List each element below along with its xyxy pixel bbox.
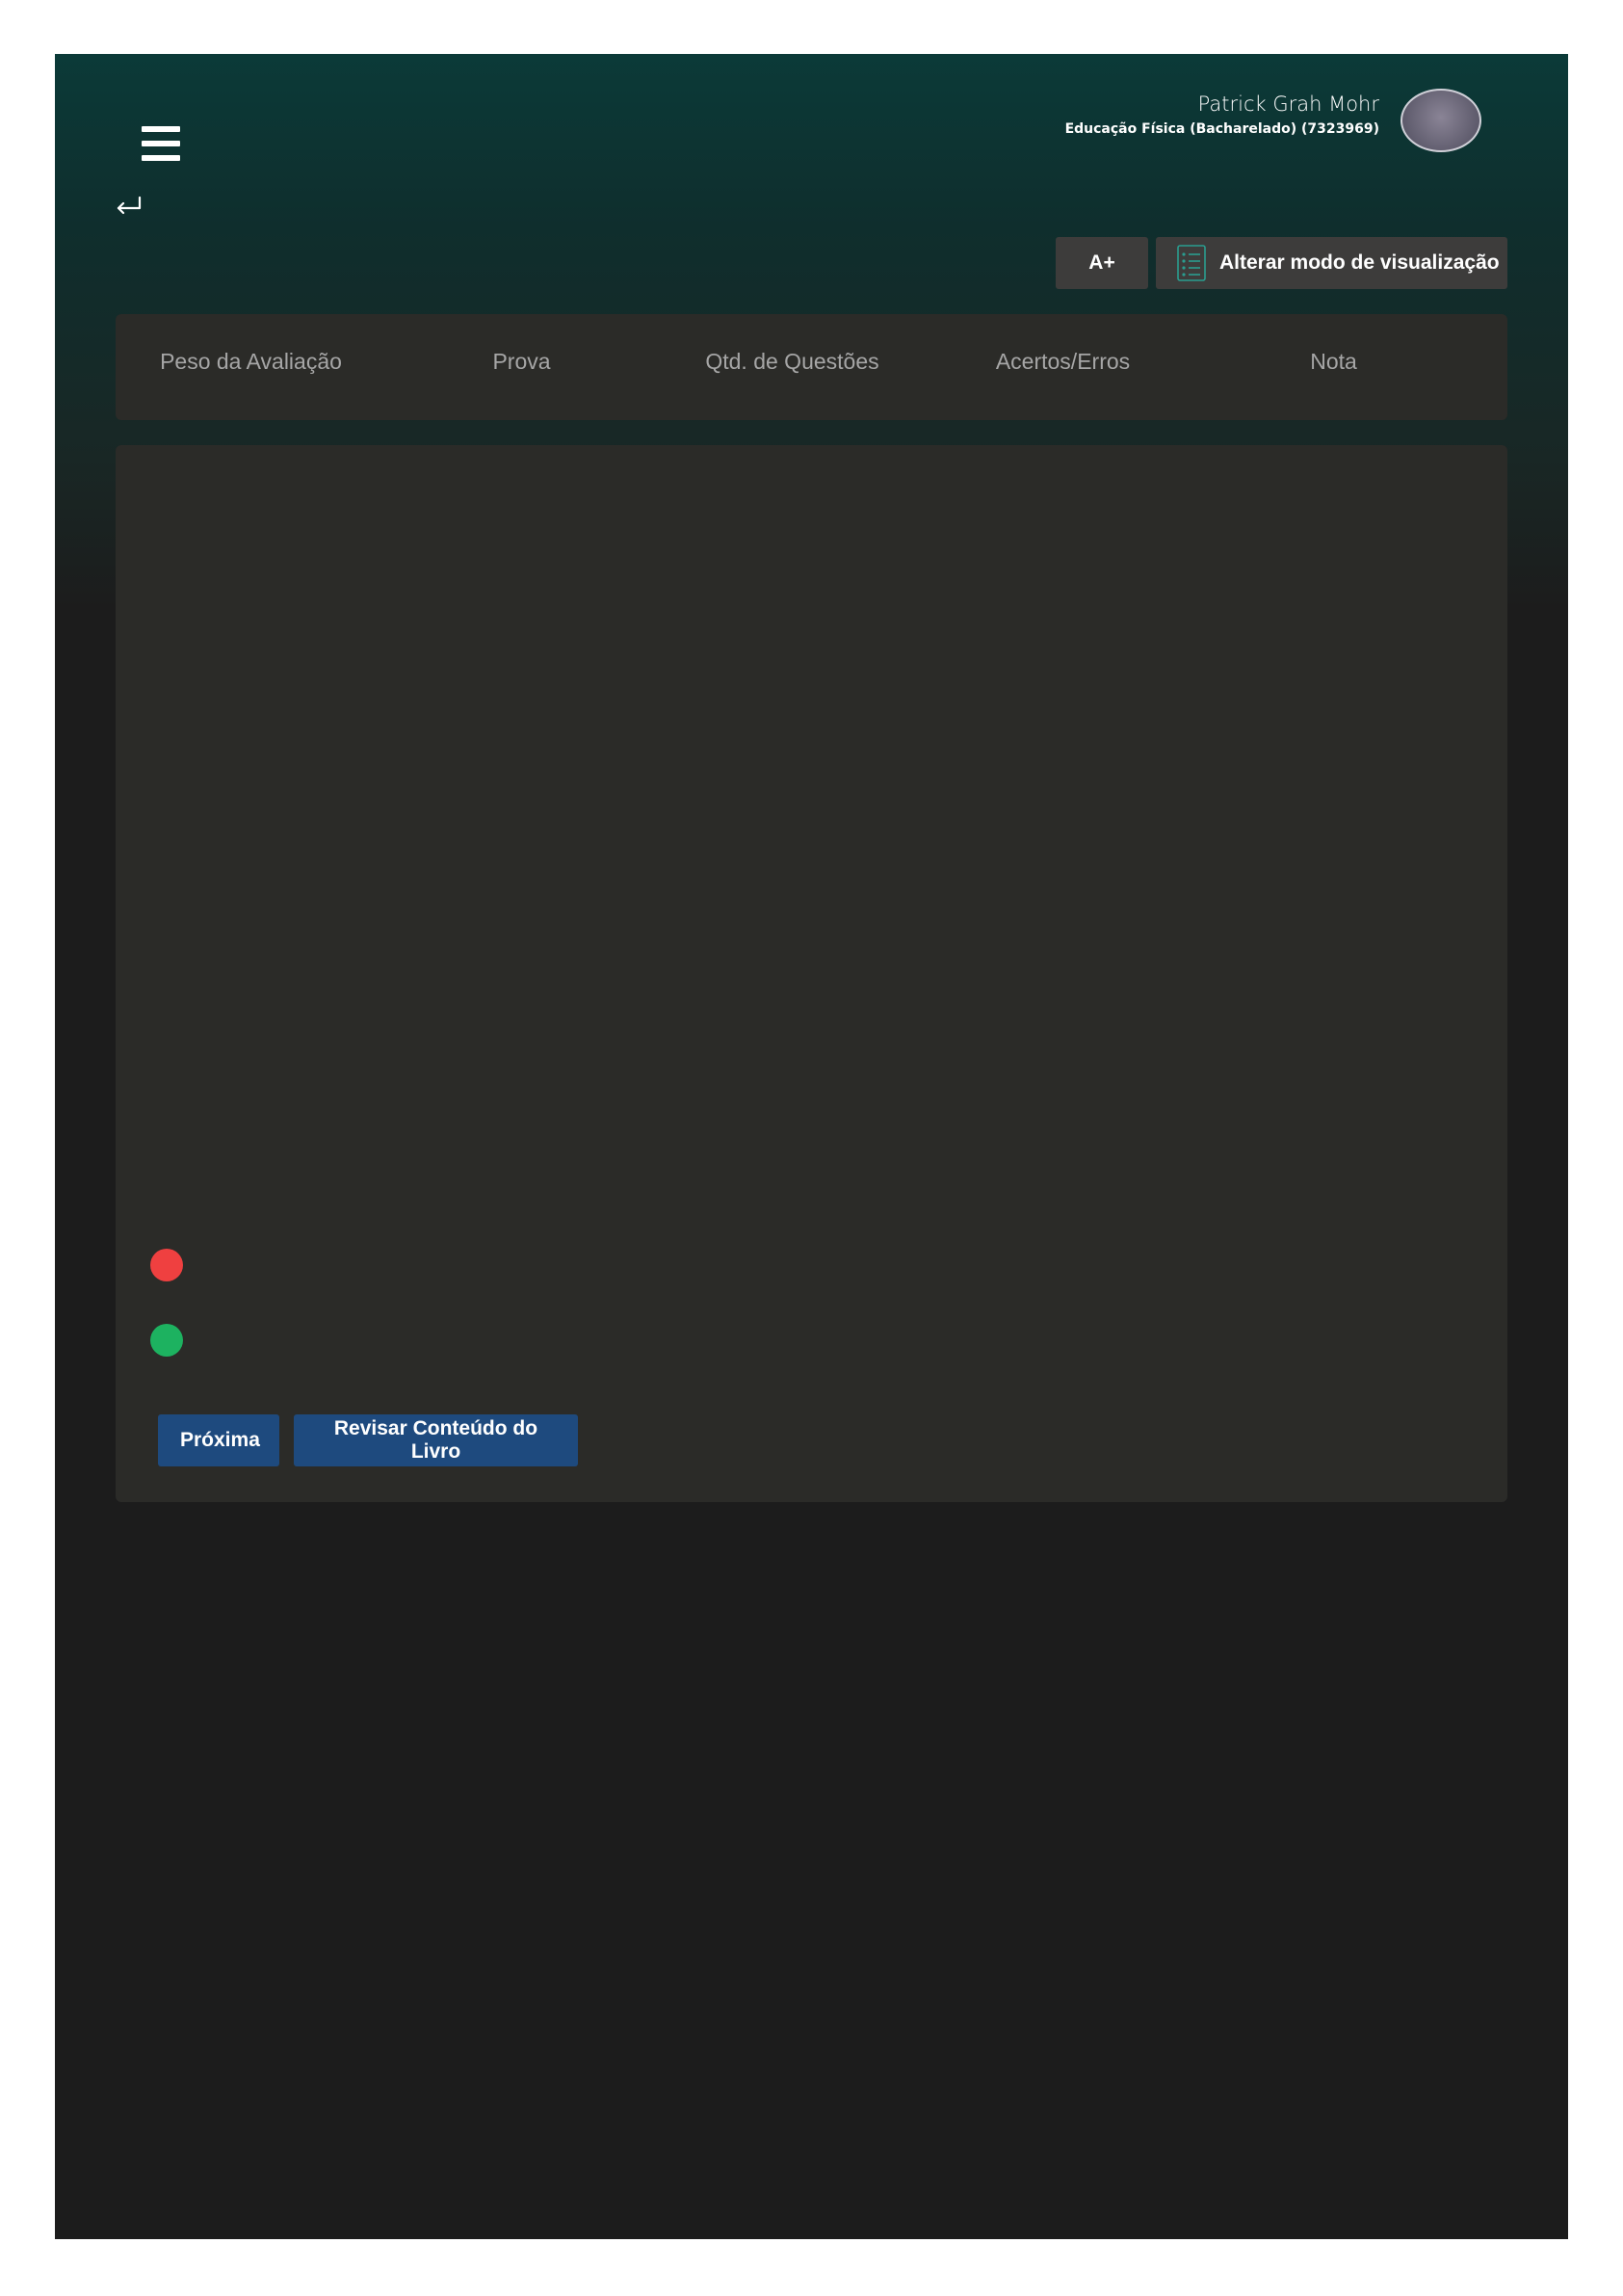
column-question-count: Qtd. de Questões [705, 349, 879, 374]
next-button[interactable]: Próxima [158, 1414, 279, 1466]
list-view-icon [1177, 245, 1206, 281]
column-exam: Prova [492, 349, 551, 374]
column-right-wrong: Acertos/Erros [995, 349, 1131, 374]
app-frame: Patrick Grah Mohr Educação Física (Bacha… [55, 54, 1568, 2239]
view-mode-button[interactable]: Alterar modo de visualização [1156, 237, 1507, 289]
results-table-header: Peso da Avaliação Prova Qtd. de Questões… [116, 314, 1507, 420]
column-weight: Peso da Avaliação [160, 349, 342, 374]
avatar[interactable] [1400, 89, 1481, 152]
content-panel: Próxima Revisar Conteúdo do Livro [116, 445, 1507, 1502]
review-book-content-button[interactable]: Revisar Conteúdo do Livro [294, 1414, 578, 1466]
correct-answer-indicator [150, 1324, 183, 1357]
column-grade: Nota [1310, 349, 1357, 374]
wrong-answer-indicator [150, 1249, 183, 1281]
back-arrow-icon[interactable] [113, 195, 144, 220]
font-increase-button[interactable]: A+ [1056, 237, 1148, 289]
user-course: Educação Física (Bacharelado) (7323969) [1064, 121, 1379, 137]
user-name: Patrick Grah Mohr [1197, 92, 1379, 116]
user-info: Patrick Grah Mohr Educação Física (Bacha… [1065, 91, 1379, 139]
view-mode-label: Alterar modo de visualização [1219, 251, 1500, 274]
menu-icon[interactable] [142, 126, 180, 161]
